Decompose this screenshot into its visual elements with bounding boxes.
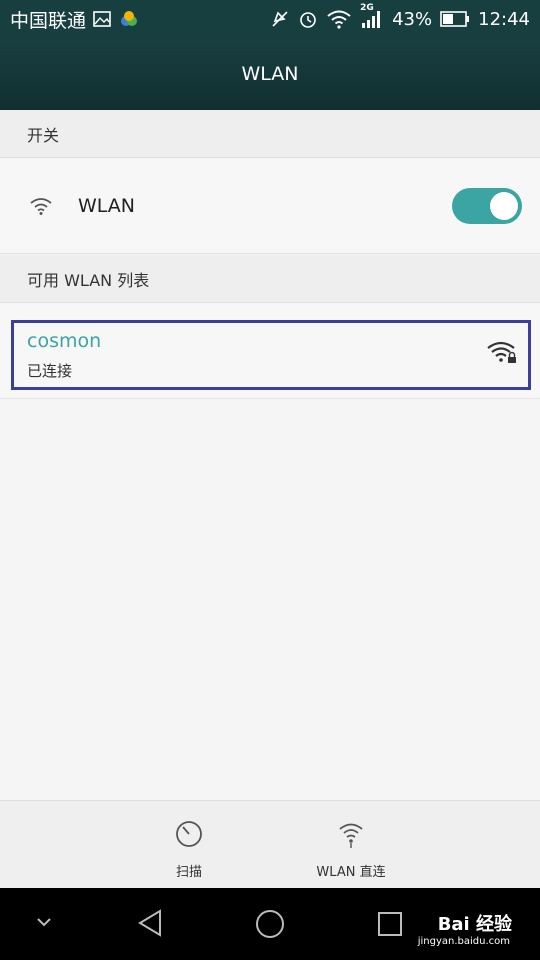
watermark-url: jingyan.baidu.com (417, 936, 510, 947)
scan-button[interactable]: 扫描 (163, 819, 215, 880)
navigation-bar: Bai 经验 jingyan.baidu.com (0, 888, 540, 960)
network-name: cosmon (27, 330, 102, 352)
network-status: 已连接 (27, 362, 73, 380)
image-icon (92, 9, 112, 29)
app-icon (118, 9, 140, 29)
scan-icon (174, 819, 204, 853)
scan-label: 扫描 (175, 865, 202, 880)
wlan-toggle[interactable] (452, 187, 522, 224)
network-list-title: 可用 WLAN 列表 (27, 270, 150, 290)
back-icon[interactable] (136, 908, 164, 942)
status-bar: 中国联通 2G 43% 12:44 (0, 0, 540, 38)
carrier-name: 中国联通 (10, 9, 87, 32)
wifi-icon (326, 9, 352, 29)
network-list-header: 可用 WLAN 列表 (0, 255, 540, 303)
wifi-icon (28, 196, 54, 216)
mute-icon (270, 9, 290, 29)
battery-percent: 43% (392, 8, 433, 30)
wifi-lock-icon (486, 340, 518, 368)
switch-section-header: 开关 (0, 110, 540, 158)
watermark-brand: Bai 经验 (437, 914, 512, 935)
network-type-label: 2G (360, 3, 374, 13)
bottom-action-bar: 扫描 WLAN 直连 (0, 800, 540, 888)
network-item[interactable]: cosmon 已连接 (0, 303, 540, 399)
chevron-down-icon[interactable] (33, 914, 55, 934)
home-icon[interactable] (254, 908, 286, 944)
wifi-direct-icon (336, 819, 366, 853)
toggle-knob (490, 191, 518, 220)
title-bar: WLAN (0, 38, 540, 110)
wlan-direct-label: WLAN 直连 (316, 865, 386, 880)
signal-icon: 2G (360, 3, 384, 29)
battery-icon (440, 10, 470, 28)
page-title: WLAN (241, 63, 299, 85)
alarm-icon (298, 9, 318, 29)
clock: 12:44 (478, 8, 530, 30)
wlan-switch-row[interactable]: WLAN (0, 158, 540, 254)
recent-apps-icon[interactable] (376, 910, 404, 942)
wlan-direct-button[interactable]: WLAN 直连 (310, 819, 392, 880)
wlan-switch-label: WLAN (78, 194, 136, 217)
switch-section-title: 开关 (27, 125, 60, 145)
empty-list-area (0, 400, 540, 800)
